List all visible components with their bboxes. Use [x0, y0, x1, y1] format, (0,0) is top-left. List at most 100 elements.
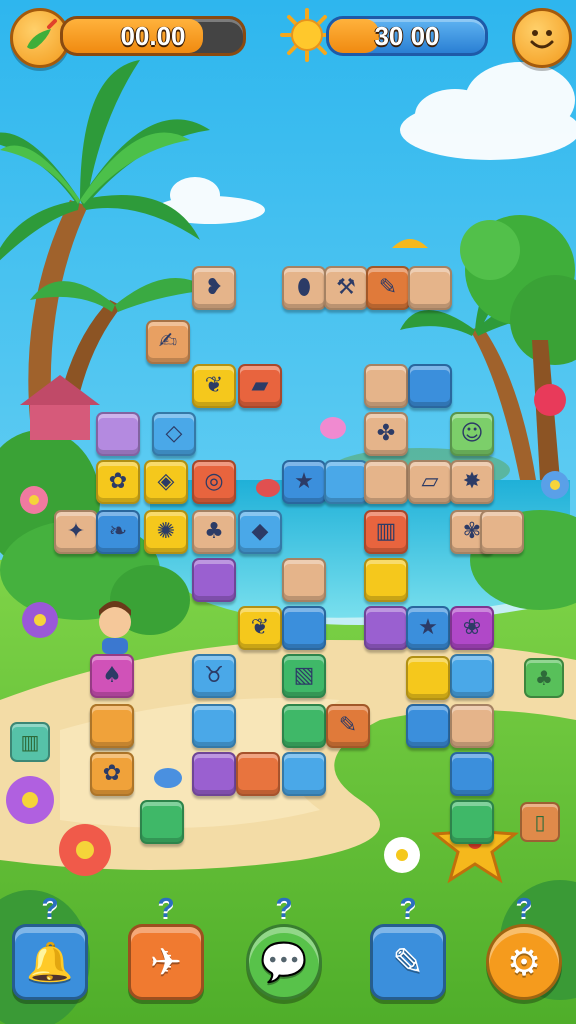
chili-pepper-icon	[27, 19, 57, 49]
tile-orange-starfish-icon[interactable]: ★	[406, 606, 450, 650]
tile-tile-blank[interactable]	[406, 704, 450, 748]
crayon-icon: ✎	[338, 713, 358, 738]
right-door-icon: ▯	[534, 810, 546, 834]
tile-diamond-icon[interactable]: ◈	[144, 460, 188, 504]
tile-crayon-icon[interactable]: ✎	[326, 704, 370, 748]
tile-sparkle-icon[interactable]: ✦	[54, 510, 98, 554]
hint-question-mark: ?	[515, 892, 533, 923]
tile-notebook-icon[interactable]: ▧	[282, 654, 326, 698]
tile-leaf-icon[interactable]: ⬮	[282, 266, 326, 310]
carrot-icon: ❦	[250, 615, 270, 640]
feather-icon: ❥	[204, 275, 224, 300]
tile-gem-icon[interactable]: ◇	[152, 412, 196, 456]
tile-blue-flower-icon[interactable]: ✿	[96, 460, 140, 504]
tile-tile-blank[interactable]	[140, 800, 184, 844]
hammer-icon: ⚒	[336, 275, 356, 300]
bell-icon: 🔔	[26, 939, 74, 984]
goat-icon: ♉	[204, 663, 224, 688]
tile-strawberry-icon[interactable]: ❦	[192, 364, 236, 408]
tile-crystal-icon[interactable]: ◆	[238, 510, 282, 554]
tile-tile-blank[interactable]	[364, 364, 408, 408]
timer-bar: 00.00	[60, 16, 246, 56]
tile-tile-blank[interactable]	[364, 606, 408, 650]
tile-tile-blank[interactable]	[90, 704, 134, 748]
bell-tool-button[interactable]: 🔔	[12, 924, 88, 1000]
hint-question-mark: ?	[399, 892, 417, 923]
tile-tile-blank[interactable]	[192, 752, 236, 796]
sparkle-icon: ✦	[66, 519, 86, 544]
tile-hammer-icon[interactable]: ⚒	[324, 266, 368, 310]
tile-tile-blank[interactable]	[408, 266, 452, 310]
tile-tile-blank[interactable]	[282, 752, 326, 796]
gold-star-icon: ✸	[462, 469, 482, 494]
scroll-icon: ✍	[158, 329, 178, 354]
tile-chick-icon[interactable]: ❀	[450, 606, 494, 650]
tile-goat-icon[interactable]: ♉	[192, 654, 236, 698]
tile-tile-blank[interactable]	[450, 752, 494, 796]
tile-feather-icon[interactable]: ❥	[192, 266, 236, 310]
tile-tile-blank[interactable]	[192, 558, 236, 602]
book-icon: ▥	[375, 519, 397, 544]
tile-tile-blank[interactable]	[408, 364, 452, 408]
tile-tile-blank[interactable]	[450, 704, 494, 748]
pin-icon: ◎	[204, 469, 224, 494]
profile-button[interactable]	[512, 8, 572, 68]
tile-tile-blank[interactable]	[282, 704, 326, 748]
tile-tile-blank[interactable]	[364, 558, 408, 602]
tile-card-icon[interactable]: ▱	[408, 460, 452, 504]
side-tile-right-leaf-icon[interactable]: ♣	[524, 658, 564, 698]
airplane-icon: ✈	[150, 940, 182, 984]
tile-purple-flower-icon[interactable]: ✿	[90, 752, 134, 796]
eraser-icon: ▰	[251, 373, 269, 398]
hint-question-mark: ?	[275, 892, 293, 923]
score-text: 30 00	[374, 21, 440, 51]
side-tile-left-book-icon[interactable]: ▥	[10, 722, 50, 762]
tile-boy-face-icon[interactable]: ☺	[450, 412, 494, 456]
card-icon: ▱	[421, 469, 439, 494]
tile-eraser-icon[interactable]: ▰	[238, 364, 282, 408]
tile-gold-star-icon[interactable]: ✸	[450, 460, 494, 504]
airplane-tool-button[interactable]: ✈	[128, 924, 204, 1000]
tile-crab-icon[interactable]: ✤	[364, 412, 408, 456]
purple-flower-icon: ✿	[102, 761, 122, 786]
boy-face-icon: ☺	[460, 421, 484, 446]
tile-tile-blank[interactable]	[192, 704, 236, 748]
tile-donut-icon[interactable]: ✺	[144, 510, 188, 554]
tile-tile-blank[interactable]	[450, 800, 494, 844]
leaf-icon: ⬮	[297, 275, 311, 300]
tile-clover-icon[interactable]: ♣	[192, 510, 236, 554]
tile-pin-icon[interactable]: ◎	[192, 460, 236, 504]
notebook-icon: ▧	[293, 663, 315, 688]
tile-tile-blank[interactable]	[96, 412, 140, 456]
tile-tile-blank[interactable]	[480, 510, 524, 554]
tile-tile-blank[interactable]	[450, 654, 494, 698]
tile-tile-blank[interactable]	[282, 558, 326, 602]
tile-tile-blank[interactable]	[324, 460, 368, 504]
tile-pencil-icon[interactable]: ✎	[366, 266, 410, 310]
side-tile-right-door-icon[interactable]: ▯	[520, 802, 560, 842]
tile-tile-blank[interactable]	[282, 606, 326, 650]
syringe-tool-button[interactable]: ✎	[370, 924, 446, 1000]
blue-flower-icon: ✿	[108, 469, 128, 494]
speech-tool-button[interactable]: 💬	[246, 924, 322, 1000]
tile-scroll-icon[interactable]: ✍	[146, 320, 190, 364]
tile-shell-icon[interactable]: ❧	[96, 510, 140, 554]
tile-tile-blank[interactable]	[236, 752, 280, 796]
gem-icon: ◇	[165, 421, 183, 446]
tile-starfish-icon[interactable]: ★	[282, 460, 326, 504]
tile-carrot-icon[interactable]: ❦	[238, 606, 282, 650]
tile-tile-blank[interactable]	[364, 460, 408, 504]
tile-book-icon[interactable]: ▥	[364, 510, 408, 554]
crab-icon: ✤	[376, 421, 396, 446]
settings-button[interactable]: ⚙	[486, 924, 562, 1000]
timer-text: 00.00	[120, 21, 186, 51]
orange-starfish-icon: ★	[418, 615, 438, 640]
gear-icon: ⚙	[506, 940, 542, 984]
score-bar: 30 00	[326, 16, 488, 56]
syringe-icon: ✎	[392, 940, 424, 984]
tile-lemon-icon[interactable]: ♠	[90, 654, 134, 698]
chick-icon: ❀	[462, 615, 482, 640]
hint-question-mark: ?	[41, 892, 59, 923]
tile-tile-blank[interactable]	[406, 656, 450, 700]
smiley-face-icon	[530, 30, 554, 49]
